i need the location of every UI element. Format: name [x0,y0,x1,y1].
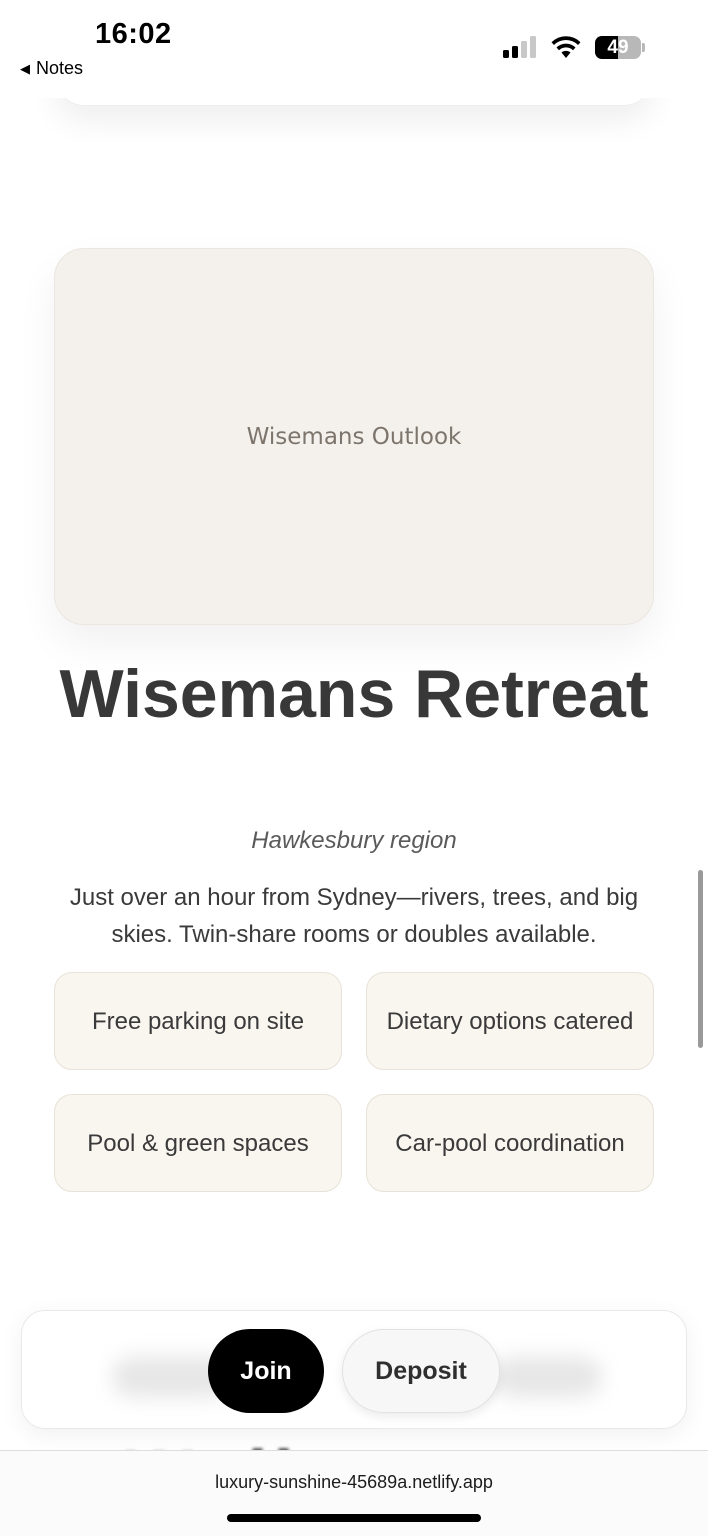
feature-chip: Car-pool coordination [366,1094,654,1192]
next-section-heading-peek: Wollongong [125,1432,585,1452]
battery-level: 49 [607,37,629,58]
feature-grid: Free parking on site Dietary options cat… [54,972,654,1192]
venue-description: Just over an hour from Sydney—rivers, tr… [69,884,639,948]
feature-chip: Free parking on site [54,972,342,1070]
back-to-notes-link[interactable]: ◀ Notes [20,58,83,79]
deposit-button[interactable]: Deposit [342,1329,500,1413]
bottom-action-bar: Join Deposit [21,1310,687,1429]
home-indicator[interactable] [227,1514,481,1522]
join-button[interactable]: Join [208,1329,324,1413]
venue-image-placeholder: Wisemans Outlook [54,248,654,625]
status-time: 16:02 [95,18,172,50]
status-bar: 16:02 ◀ Notes 49 [0,0,708,98]
url-text[interactable]: luxury-sunshine-45689a.netlify.app [0,1472,708,1493]
battery-tip [642,43,645,52]
back-triangle-icon: ◀ [20,60,30,76]
venue-image-label: Wisemans Outlook [246,423,462,450]
page-scrollbar[interactable] [698,870,703,1048]
feature-chip: Pool & green spaces [54,1094,342,1192]
cellular-signal-icon [503,36,536,58]
browser-url-bar[interactable]: luxury-sunshine-45689a.netlify.app [0,1450,708,1536]
venue-region: Hawkesbury region [251,827,457,854]
venue-title: Wisemans Retreat [59,656,649,732]
back-label: Notes [36,58,84,78]
feature-chip: Dietary options catered [366,972,654,1070]
blurred-background-shape [492,1357,602,1397]
wifi-icon [551,36,581,58]
battery-icon: 49 [595,36,641,59]
